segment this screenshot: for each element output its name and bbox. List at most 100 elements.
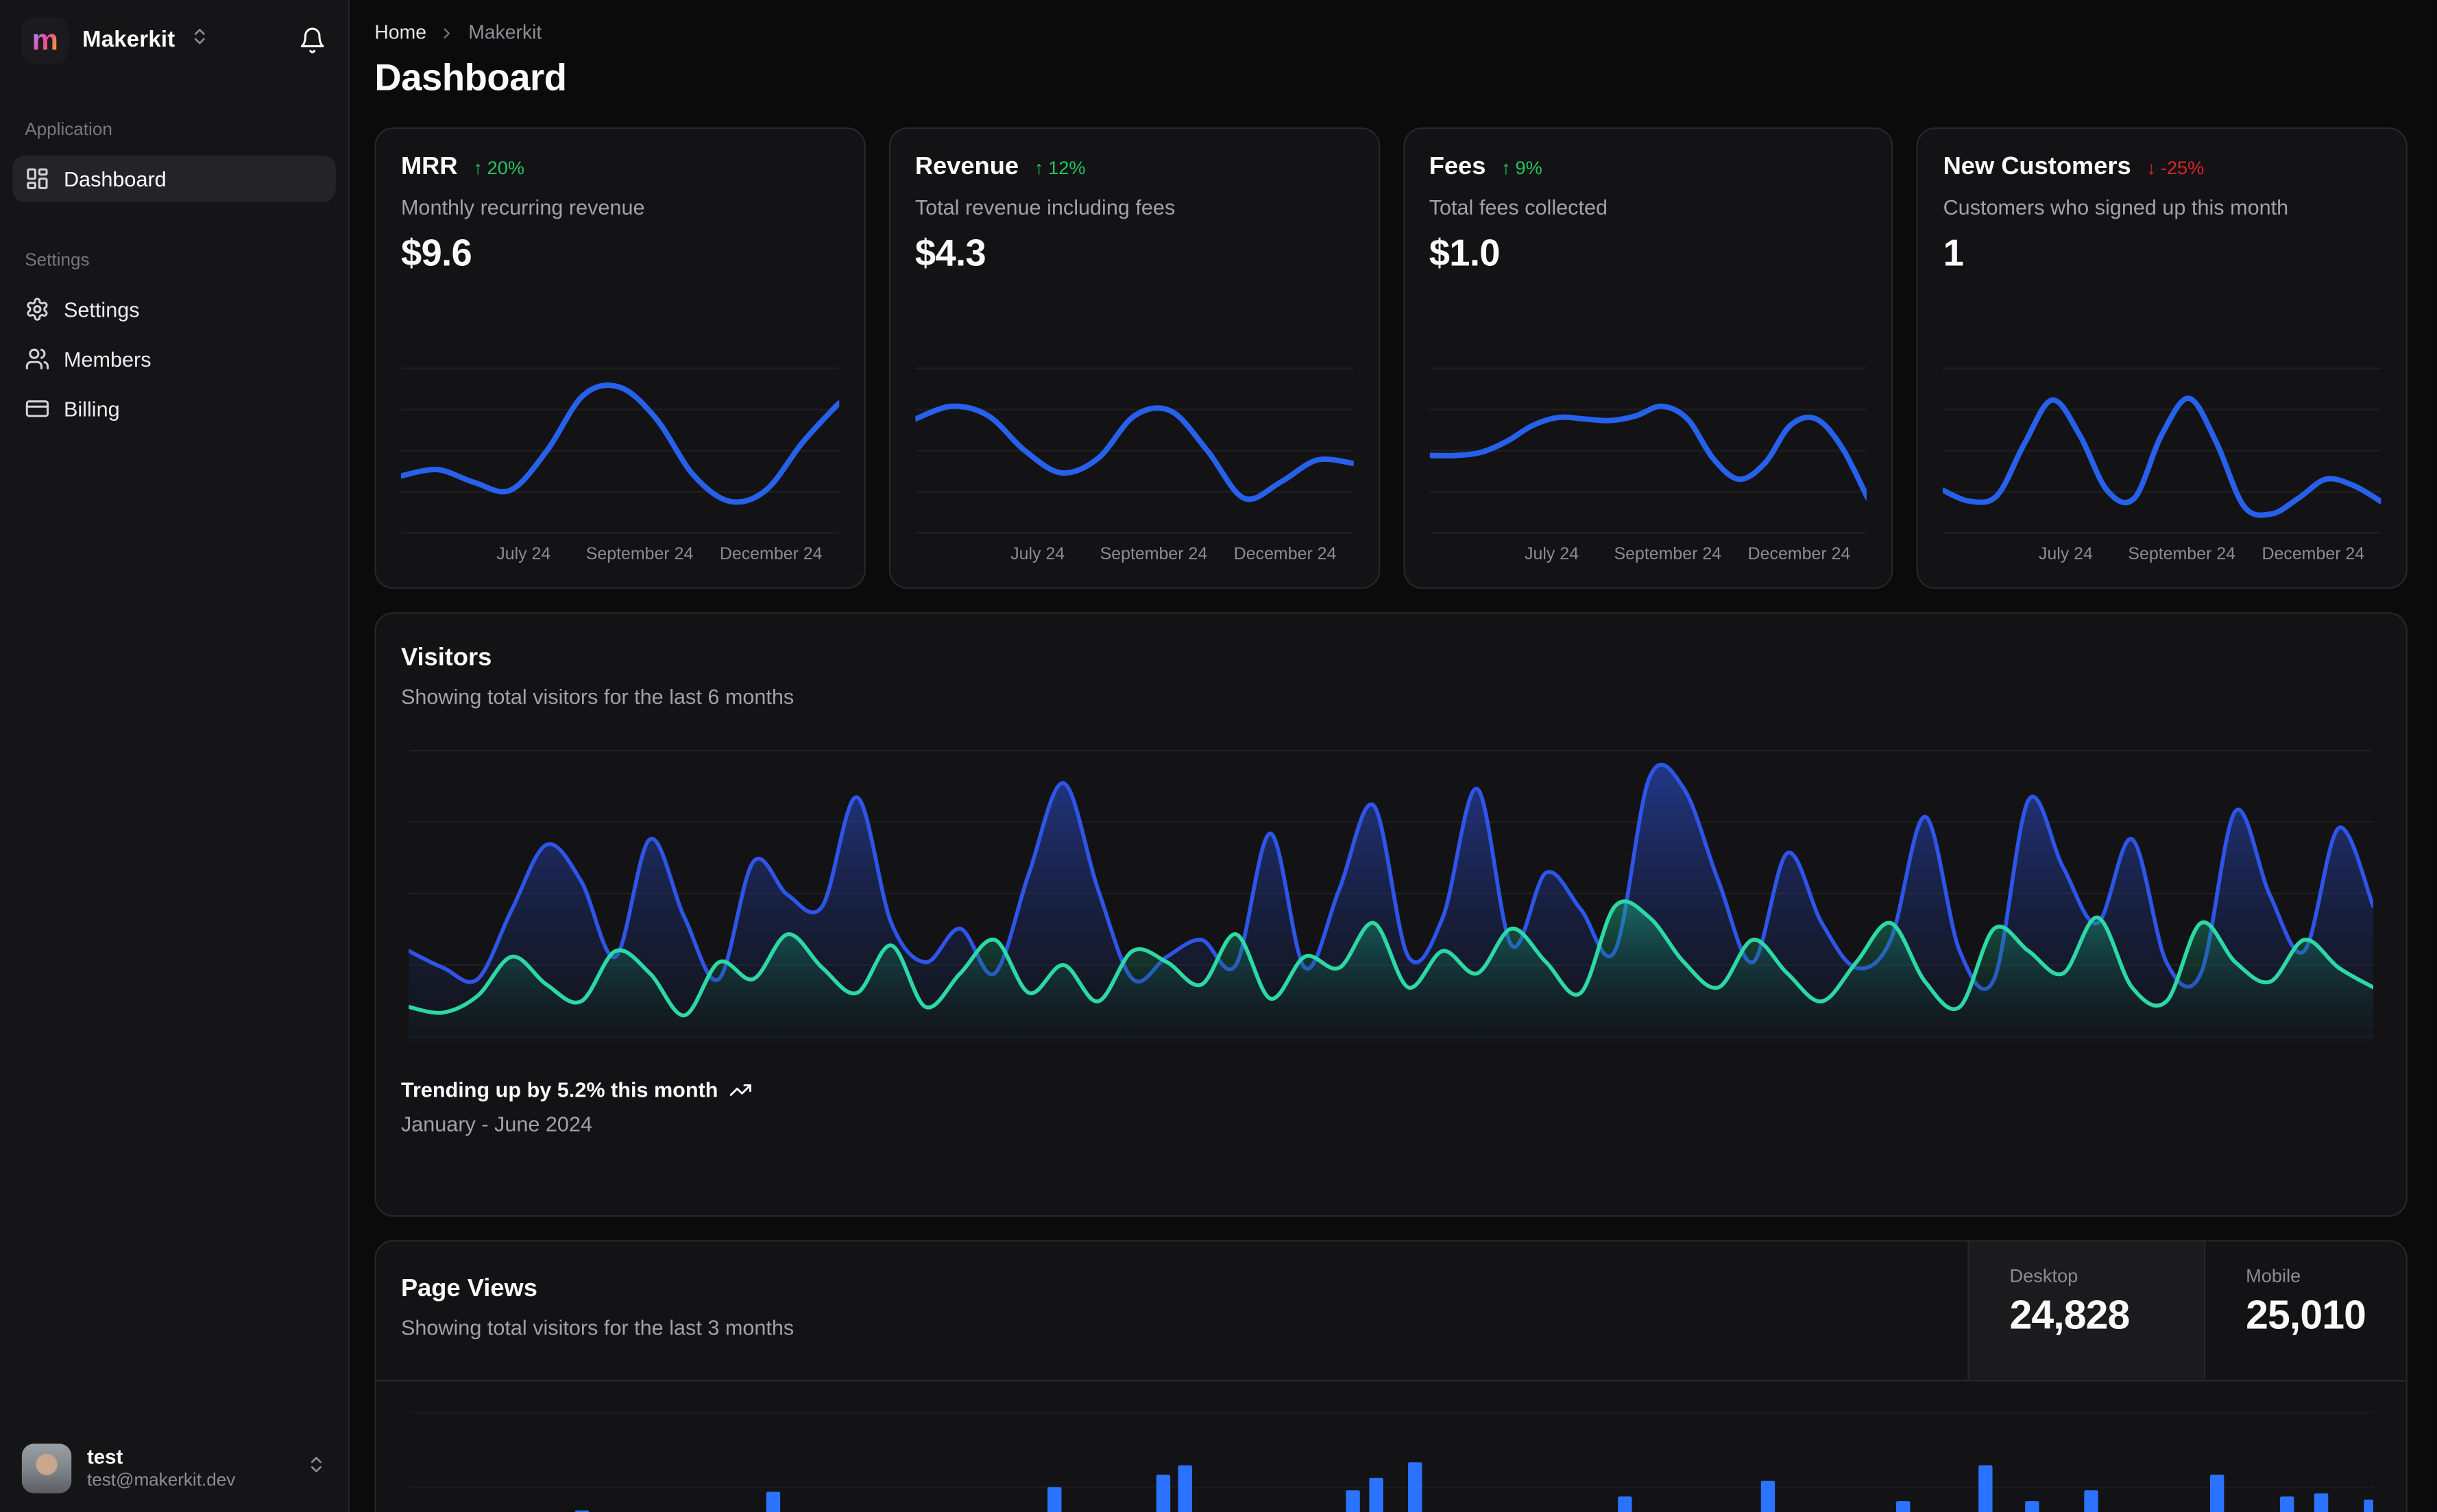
x-tick: December 24: [1747, 545, 1851, 564]
chevrons-up-down-icon[interactable]: [189, 27, 209, 55]
mobile-toggle-button[interactable]: Mobile 25,010: [2203, 1241, 2406, 1380]
desktop-label: Desktop: [2009, 1265, 2078, 1287]
page-views-chart-svg: [574, 1462, 2374, 1512]
page-title: Dashboard: [374, 57, 567, 100]
arrow-up-icon: ↑: [1501, 156, 1511, 179]
sidebar-item-members[interactable]: Members: [12, 336, 336, 382]
stat-description: Monthly recurring revenue: [400, 195, 645, 219]
trend-badge: ↓ -25%: [2146, 157, 2204, 179]
x-tick: December 24: [1233, 545, 1337, 564]
visitors-header: Visitors Showing total visitors for the …: [376, 645, 2406, 709]
breadcrumb-current: Makerkit: [468, 21, 542, 44]
visitors-title: Visitors: [400, 644, 492, 672]
sparkline-chart: July 24 September 24 December 24: [400, 361, 839, 572]
stat-card-revenue: Revenue ↑ 12% Total revenue including fee…: [888, 127, 1380, 589]
user-info: test test@makerkit.dev: [87, 1445, 235, 1492]
stat-title: MRR: [400, 154, 458, 180]
user-menu[interactable]: test test@makerkit.dev: [0, 1425, 348, 1512]
badge-value: 20%: [487, 156, 525, 179]
stat-title: New Customers: [1943, 154, 2131, 180]
stat-card-header: New Customers ↓ -25%: [1943, 154, 2381, 182]
x-tick: September 24: [1100, 545, 1208, 564]
sparkline-x-axis: July 24 September 24 December 24: [401, 546, 839, 572]
sidebar: m Makerkit Application Dashboard Setting…: [0, 0, 350, 1512]
sparkline-x-axis: July 24 September 24 December 24: [1429, 546, 1867, 572]
page-views-card: Page Views Showing total visitors for th…: [374, 1240, 2408, 1512]
sparkline-chart: July 24 September 24 December 24: [914, 361, 1353, 572]
sidebar-item-dashboard[interactable]: Dashboard: [12, 155, 336, 202]
x-tick: December 24: [719, 545, 823, 564]
desktop-toggle-button[interactable]: Desktop 24,828: [1967, 1241, 2204, 1380]
trending-up-icon: [729, 1078, 752, 1101]
new-customers-sparkline: [1943, 367, 2381, 534]
dashboard-icon: [25, 167, 49, 191]
stat-description: Customers who signed up this month: [1943, 195, 2289, 219]
trend-text: Trending up by 5.2% this month: [400, 1078, 718, 1102]
workspace-name: Makerkit: [82, 27, 175, 53]
sidebar-item-label: Billing: [63, 397, 120, 421]
breadcrumb-home-link[interactable]: Home: [374, 22, 426, 44]
badge-value: 12%: [1048, 156, 1086, 179]
desktop-value: 24,828: [2009, 1291, 2130, 1339]
x-tick: July 24: [2038, 545, 2093, 564]
mobile-value: 25,010: [2246, 1291, 2366, 1339]
user-avatar: [21, 1443, 72, 1493]
chevron-right-icon: [439, 24, 456, 41]
stat-value: $1.0: [1429, 233, 1501, 276]
page-views-header-text: Page Views Showing total visitors for th…: [376, 1241, 1968, 1380]
page-views-bar-chart: [409, 1405, 2374, 1512]
chevrons-up-down-icon[interactable]: [306, 1454, 326, 1483]
stat-value: $9.6: [400, 233, 472, 276]
stat-card-header: Fees ↑ 9%: [1429, 154, 1867, 182]
user-email: test@makerkit.dev: [86, 1471, 236, 1491]
x-tick: July 24: [496, 545, 551, 564]
sparkline-x-axis: July 24 September 24 December 24: [915, 546, 1353, 572]
visitors-subtitle: Showing total visitors for the last 6 mo…: [400, 685, 795, 709]
stat-card-header: Revenue ↑ 12%: [915, 154, 1353, 182]
x-tick: December 24: [2262, 545, 2365, 564]
mobile-label: Mobile: [2246, 1265, 2301, 1287]
nav-section-settings: Settings: [25, 252, 90, 271]
stat-description: Total fees collected: [1429, 195, 1608, 219]
page-views-header: Page Views Showing total visitors for th…: [376, 1241, 2406, 1382]
arrow-down-icon: ↓: [2146, 156, 2156, 179]
main-content: Home Makerkit Dashboard MRR ↑ 20% Monthly…: [350, 0, 2437, 1512]
visitors-chart-svg: [409, 749, 2374, 1042]
settings-gear-icon: [25, 297, 49, 321]
trend-badge: ↑ 20%: [473, 157, 524, 179]
mrr-sparkline: [400, 367, 839, 534]
sparkline-chart: July 24 September 24 December 24: [1429, 361, 1867, 572]
billing-credit-card-icon: [25, 396, 49, 421]
arrow-up-icon: ↑: [473, 156, 483, 179]
sparkline-chart: July 24 September 24 December 24: [1943, 361, 2381, 572]
sidebar-item-label: Dashboard: [63, 167, 167, 191]
stat-card-header: MRR ↑ 20%: [401, 154, 839, 182]
arrow-up-icon: ↑: [1034, 156, 1044, 179]
sidebar-item-settings[interactable]: Settings: [12, 286, 336, 332]
visitors-card: Visitors Showing total visitors for the …: [374, 612, 2408, 1217]
stat-value: $4.3: [914, 233, 986, 276]
stat-title: Revenue: [914, 154, 1019, 180]
members-users-icon: [25, 347, 49, 371]
stat-value: 1: [1943, 233, 1964, 276]
makerkit-logo: m: [21, 16, 69, 64]
nav-section-application: Application: [25, 121, 112, 141]
workspace-switcher[interactable]: m Makerkit: [0, 0, 348, 81]
sidebar-item-billing[interactable]: Billing: [12, 385, 336, 432]
revenue-sparkline: [914, 367, 1353, 534]
stat-description: Total revenue including fees: [914, 195, 1176, 219]
visitors-trend: Trending up by 5.2% this month: [401, 1078, 2381, 1101]
logo-letter: m: [32, 24, 58, 57]
visitors-date-range: January - June 2024: [400, 1112, 593, 1136]
stat-card-fees: Fees ↑ 9% Total fees collected $1.0 July …: [1403, 127, 1894, 589]
page-views-subtitle: Showing total visitors for the last 3 mo…: [400, 1316, 795, 1340]
breadcrumb: Home Makerkit: [374, 22, 2407, 44]
page-views-title: Page Views: [400, 1276, 537, 1302]
stat-title: Fees: [1429, 154, 1486, 180]
visitors-footer: Trending up by 5.2% this month January -…: [376, 1078, 2406, 1136]
stat-cards-row: MRR ↑ 20% Monthly recurring revenue $9.6 …: [374, 127, 2408, 589]
sparkline-x-axis: July 24 September 24 December 24: [1943, 546, 2381, 572]
x-tick: September 24: [1614, 545, 1722, 564]
notifications-bell-icon[interactable]: [298, 27, 326, 55]
